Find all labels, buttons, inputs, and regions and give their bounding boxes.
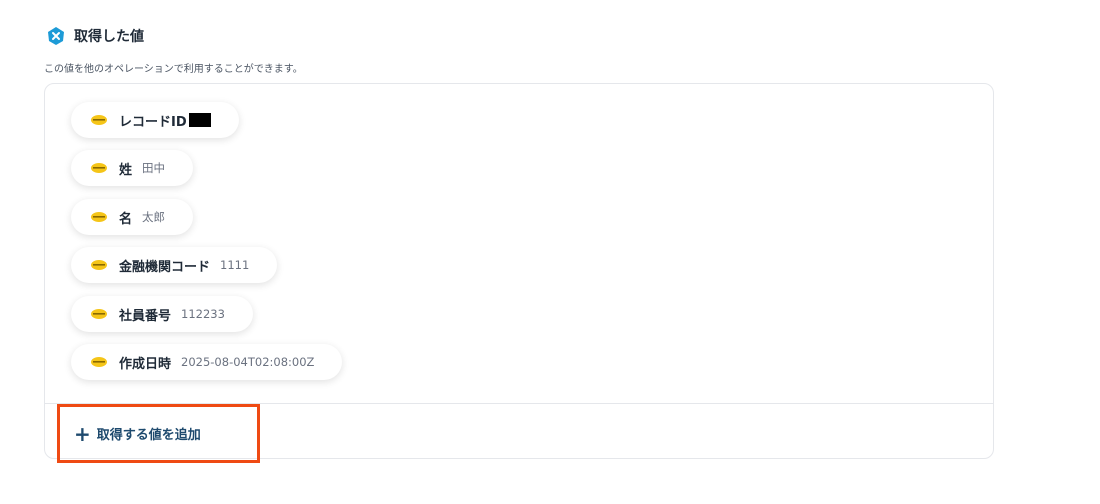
section-header: 取得した値 bbox=[46, 26, 144, 46]
plus-icon: + bbox=[74, 421, 91, 446]
chip-label: 姓 bbox=[119, 162, 133, 178]
chip-service-icon bbox=[91, 115, 107, 125]
chip-value: 田中 bbox=[142, 161, 166, 175]
chip-label: 作成日時 bbox=[119, 356, 172, 372]
value-chip-record-id[interactable]: レコードID bbox=[71, 102, 239, 138]
fetched-values-card: レコードID 姓 田中 名 太郎 金融機関コード 1111 社員番号 11223… bbox=[44, 83, 994, 463]
add-value-button[interactable]: + 取得する値を追加 bbox=[57, 404, 260, 463]
section-title: 取得した値 bbox=[74, 29, 144, 45]
chip-value: 2025-08-04T02:08:00Z bbox=[181, 355, 315, 369]
section-description: この値を他のオペレーションで利用することができます。 bbox=[44, 64, 303, 75]
chip-value: 112233 bbox=[181, 307, 225, 321]
chip-label: レコードID bbox=[119, 114, 187, 130]
value-chip-last-name[interactable]: 姓 田中 bbox=[71, 150, 194, 186]
value-chip-created-at[interactable]: 作成日時 2025-08-04T02:08:00Z bbox=[71, 344, 343, 380]
chip-value: 太郎 bbox=[142, 210, 166, 224]
chip-service-icon bbox=[91, 260, 107, 270]
yoom-x-badge-icon bbox=[48, 27, 64, 45]
chip-service-icon bbox=[91, 309, 107, 319]
chip-value: 1111 bbox=[220, 258, 250, 272]
chip-service-icon bbox=[91, 357, 107, 367]
chip-label: 金融機関コード bbox=[119, 259, 211, 275]
chip-label: 名 bbox=[119, 211, 133, 227]
chip-service-icon bbox=[91, 163, 107, 173]
value-chip-employee-number[interactable]: 社員番号 112233 bbox=[71, 296, 253, 332]
redacted-value bbox=[188, 113, 211, 127]
chip-label: 社員番号 bbox=[119, 308, 172, 324]
chip-service-icon bbox=[91, 212, 107, 222]
add-value-label: 取得する値を追加 bbox=[96, 428, 201, 443]
value-chip-first-name[interactable]: 名 太郎 bbox=[71, 199, 194, 235]
value-chip-bank-code[interactable]: 金融機関コード 1111 bbox=[71, 247, 278, 283]
